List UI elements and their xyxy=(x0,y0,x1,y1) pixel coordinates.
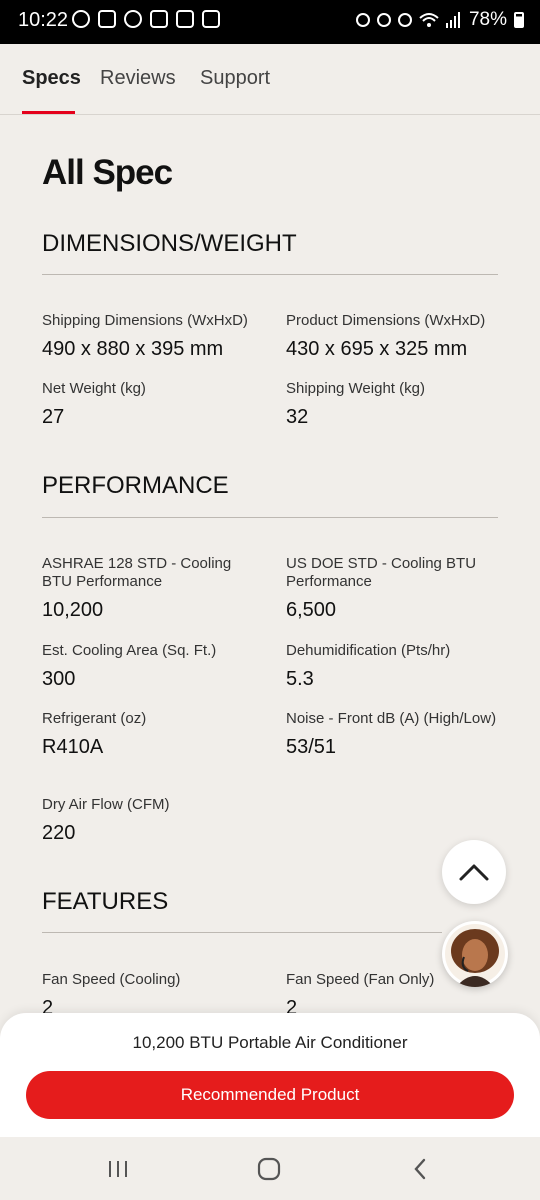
spec-refrigerant: Refrigerant (oz) R410A xyxy=(42,710,262,759)
back-button[interactable] xyxy=(400,1155,440,1183)
chevron-up-icon xyxy=(459,864,489,881)
spec-value: 5.3 xyxy=(286,668,314,690)
gallery-icon xyxy=(202,10,220,28)
spec-value: 220 xyxy=(42,822,76,844)
instagram-icon xyxy=(124,10,142,28)
spec-dry-air-flow: Dry Air Flow (CFM) 220 xyxy=(42,796,262,845)
chat-agent-button[interactable] xyxy=(442,921,508,987)
home-icon xyxy=(257,1157,281,1181)
spec-value: R410A xyxy=(42,736,104,758)
spec-value: 6,500 xyxy=(286,599,337,621)
spec-label: Fan Speed (Cooling) xyxy=(42,971,181,988)
spec-product-dimensions: Product Dimensions (WxHxD) 430 x 695 x 3… xyxy=(286,312,506,361)
scroll-to-top-button[interactable] xyxy=(442,840,506,904)
spec-shipping-dimensions: Shipping Dimensions (WxHxD) 490 x 880 x … xyxy=(42,312,262,361)
battery-icon xyxy=(514,12,524,28)
spec-value: 490 x 880 x 395 mm xyxy=(42,338,224,360)
spec-doe-btu: US DOE STD - Cooling BTU Performance 6,5… xyxy=(286,555,506,622)
spec-value: 32 xyxy=(286,406,309,428)
alarm-icon xyxy=(376,13,391,27)
mute-icon xyxy=(397,13,412,27)
signal-icon xyxy=(445,12,460,28)
section-title-dimensions: DIMENSIONS/WEIGHT xyxy=(42,230,297,257)
section-title-features: FEATURES xyxy=(42,888,169,915)
recent-apps-button[interactable] xyxy=(98,1155,138,1183)
system-nav-bar xyxy=(0,1137,540,1200)
status-bar: 10:22 78% xyxy=(0,0,540,44)
back-icon xyxy=(414,1158,426,1180)
section-title-performance: PERFORMANCE xyxy=(42,472,229,499)
spec-value: 300 xyxy=(42,668,76,690)
notification-icons xyxy=(72,10,220,28)
spec-label: US DOE STD - Cooling BTU Performance xyxy=(286,555,477,590)
data-saver-icon xyxy=(355,13,370,27)
spec-label: Dry Air Flow (CFM) xyxy=(42,796,170,813)
spec-dehumidification: Dehumidification (Pts/hr) 5.3 xyxy=(286,642,506,691)
status-time: 10:22 xyxy=(18,9,69,31)
spec-shipping-weight: Shipping Weight (kg) 32 xyxy=(286,380,506,429)
linkedin-icon xyxy=(98,10,116,28)
spec-value: 10,200 xyxy=(42,599,104,621)
sim-icon xyxy=(176,10,194,28)
recommended-product-button[interactable]: Recommended Product xyxy=(26,1071,514,1119)
lock-icon xyxy=(150,10,168,28)
recent-apps-icon xyxy=(109,1161,127,1177)
spec-label: Product Dimensions (WxHxD) xyxy=(286,312,486,329)
spec-label: Dehumidification (Pts/hr) xyxy=(286,642,451,659)
spec-net-weight: Net Weight (kg) 27 xyxy=(42,380,262,429)
tab-bar: Specs Reviews Support xyxy=(0,44,540,115)
spec-value: 53/51 xyxy=(286,736,337,758)
line-app-icon xyxy=(72,10,90,28)
battery-percent: 78% xyxy=(468,9,507,30)
spec-label: Refrigerant (oz) xyxy=(42,710,147,727)
home-button[interactable] xyxy=(249,1155,289,1183)
tab-support[interactable]: Support xyxy=(200,67,270,90)
active-tab-indicator xyxy=(22,111,75,114)
section-divider xyxy=(42,517,498,518)
wifi-icon xyxy=(419,13,439,27)
spec-value: 430 x 695 x 325 mm xyxy=(286,338,468,360)
spec-ashrae-btu: ASHRAE 128 STD - Cooling BTU Performance… xyxy=(42,555,262,622)
page-title: All Spec xyxy=(42,153,173,192)
section-divider xyxy=(42,932,442,933)
product-name: 10,200 BTU Portable Air Conditioner xyxy=(132,1033,408,1052)
spec-label: ASHRAE 128 STD - Cooling BTU Performance xyxy=(42,555,232,590)
section-divider xyxy=(42,274,498,275)
spec-label: Noise - Front dB (A) (High/Low) xyxy=(286,710,497,727)
system-status-icons: 78% xyxy=(355,9,524,31)
tab-reviews[interactable]: Reviews xyxy=(100,67,176,90)
spec-noise: Noise - Front dB (A) (High/Low) 53/51 xyxy=(286,710,506,759)
bottom-sheet: 10,200 BTU Portable Air Conditioner Reco… xyxy=(0,1013,540,1137)
spec-label: Est. Cooling Area (Sq. Ft.) xyxy=(42,642,217,659)
spec-label: Shipping Weight (kg) xyxy=(286,380,425,397)
chat-agent-avatar-icon xyxy=(445,924,505,987)
spec-cooling-area: Est. Cooling Area (Sq. Ft.) 300 xyxy=(42,642,262,691)
spec-value: 27 xyxy=(42,406,65,428)
tab-specs[interactable]: Specs xyxy=(22,67,81,90)
spec-label: Shipping Dimensions (WxHxD) xyxy=(42,312,248,329)
spec-label: Net Weight (kg) xyxy=(42,380,146,397)
